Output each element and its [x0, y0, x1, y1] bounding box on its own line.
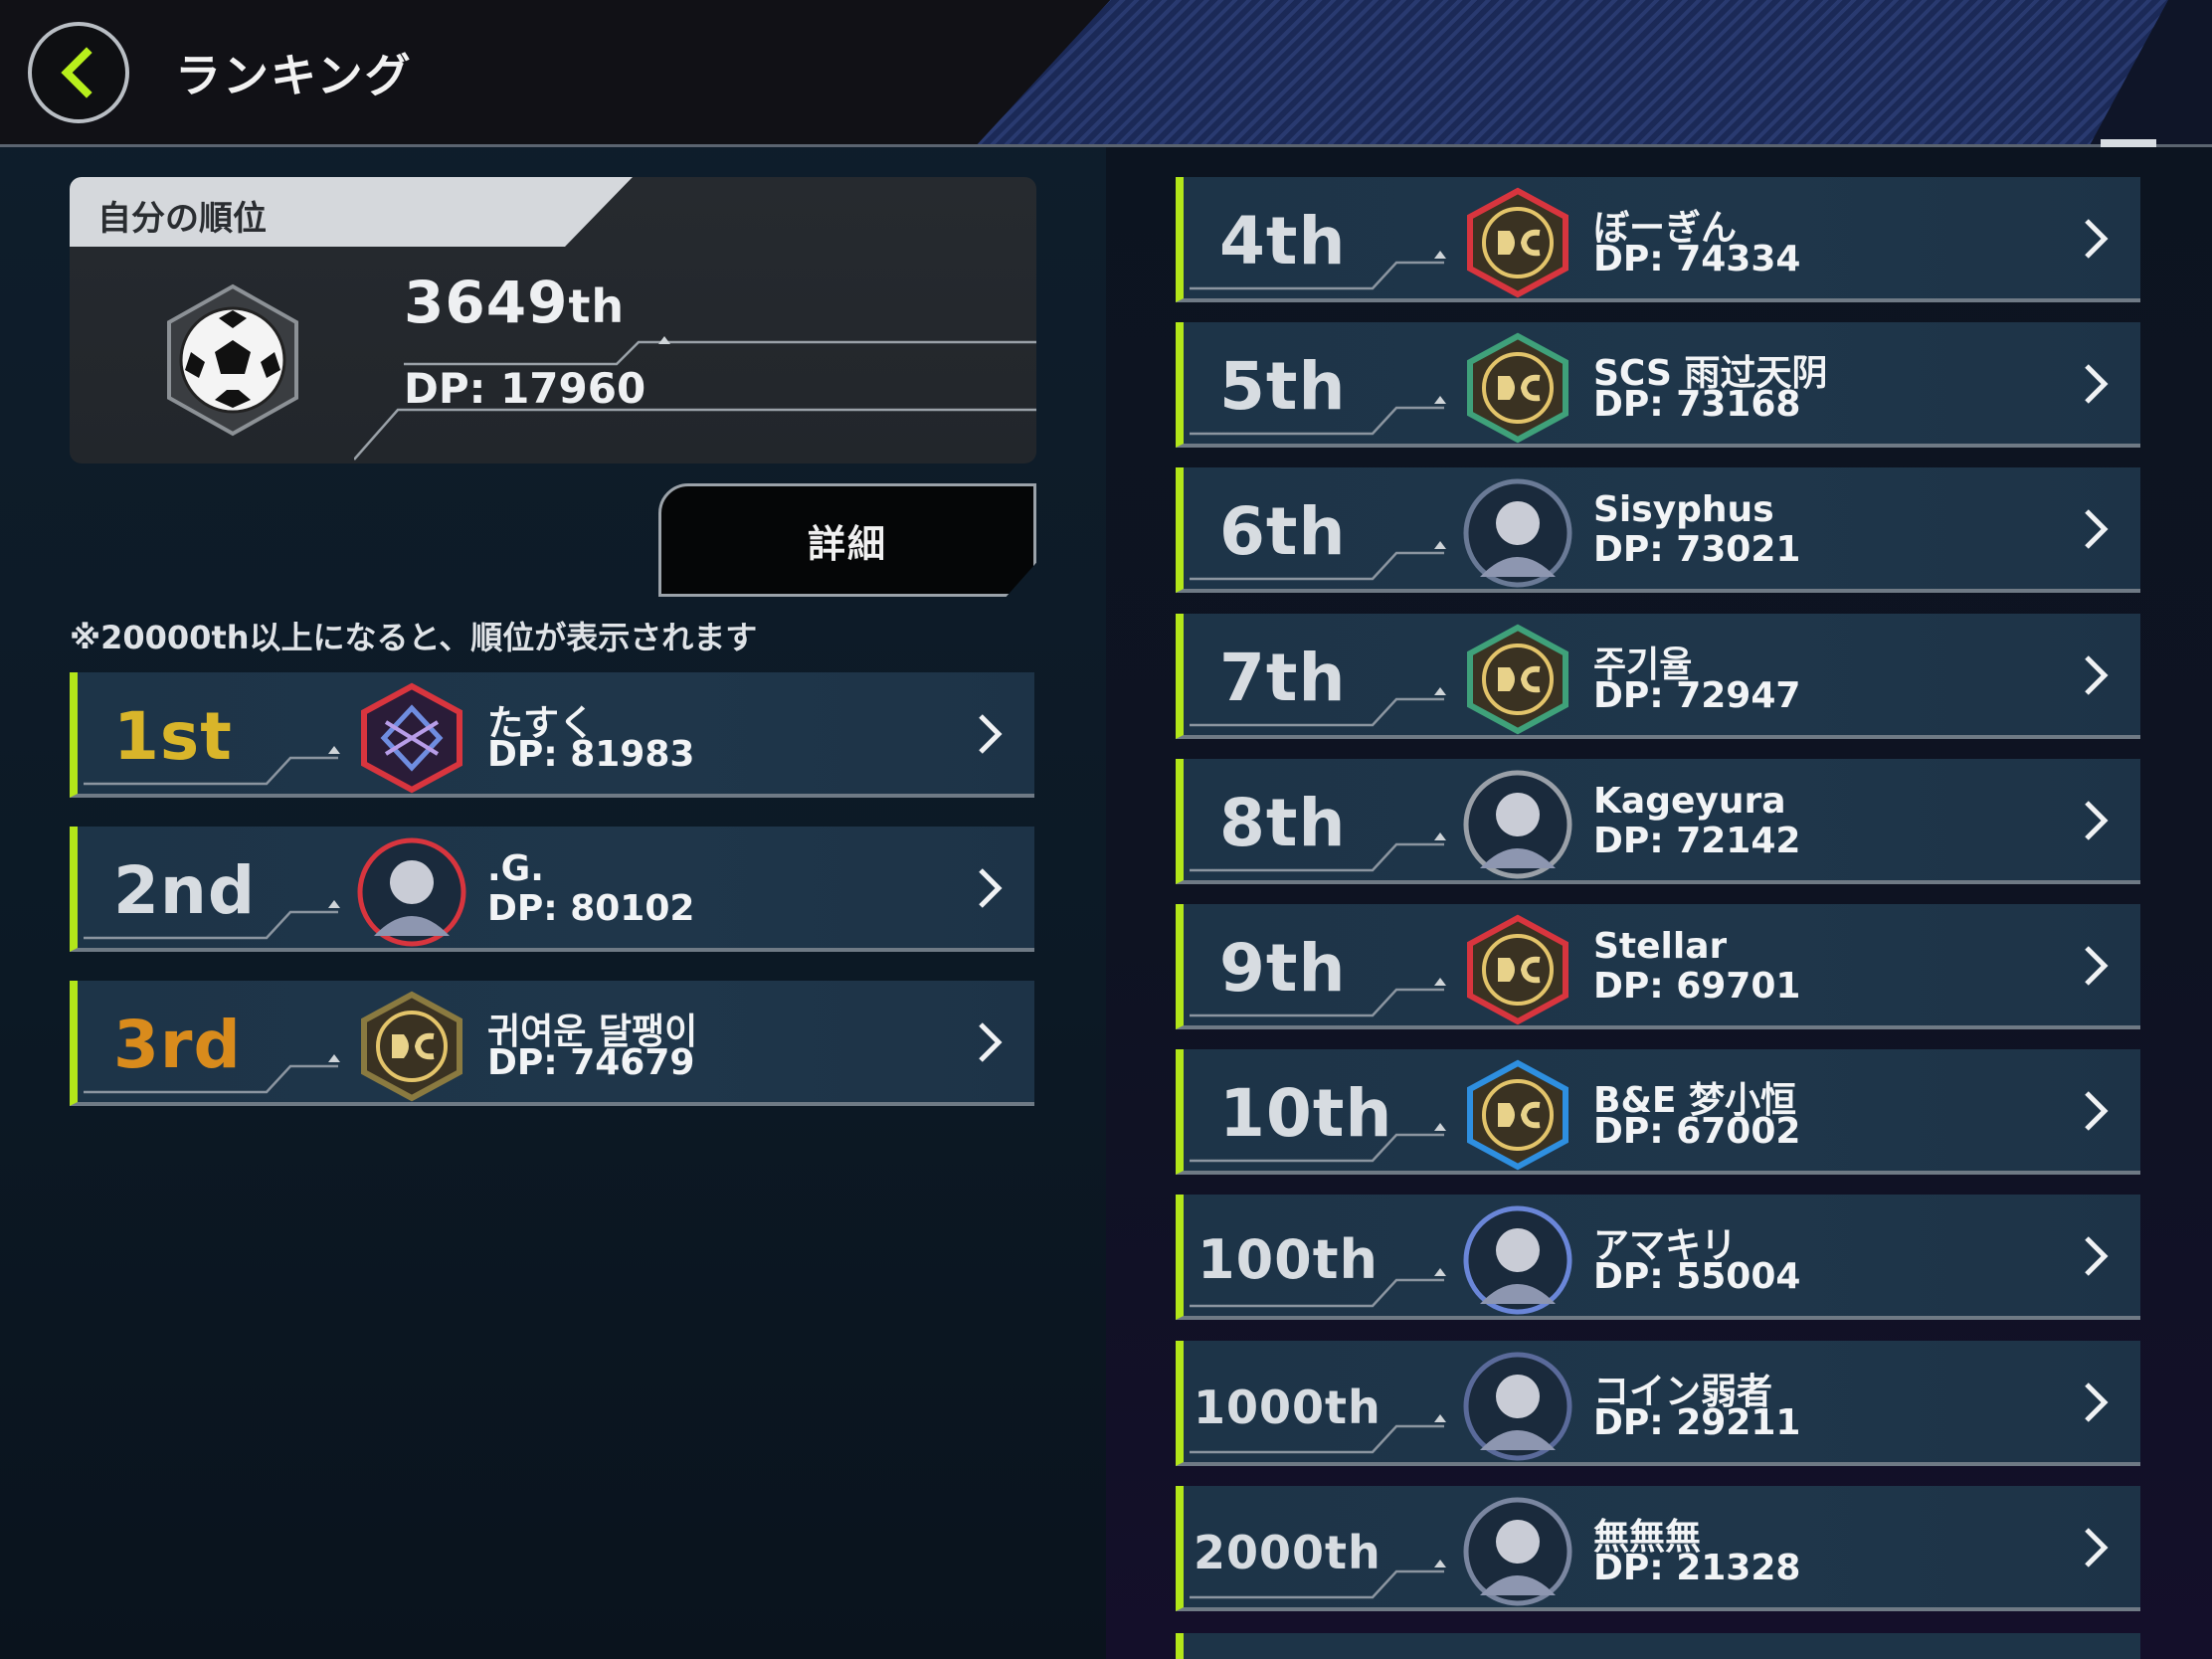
player-dp: DP: 55004 [1593, 1256, 1801, 1298]
list-item-partial [1176, 1633, 2140, 1659]
rank-divider [1190, 541, 1446, 581]
back-button[interactable] [28, 22, 129, 123]
player-name: Stellar [1593, 926, 1728, 967]
rank-divider [1190, 831, 1446, 872]
header-decoration [975, 0, 2212, 144]
my-rank-number: 3649 [404, 269, 569, 336]
ranking-row[interactable]: 4th ぼーぎん DP: 74334 [1176, 177, 2140, 302]
ranking-row[interactable]: 10th B&E 梦小恒 DP: 67002 [1176, 1049, 2140, 1176]
dc-badge-icon [1467, 332, 1568, 444]
chevron-right-icon [2085, 1528, 2109, 1567]
player-dp: DP: 74334 [1593, 239, 1801, 279]
ranking-row[interactable]: 2nd .G. DP: 80102 [70, 827, 1034, 952]
player-dp: DP: 72142 [1593, 820, 1801, 861]
player-dp: DP: 67002 [1593, 1111, 1801, 1153]
dc-badge-icon [1467, 1059, 1568, 1171]
character-icon [357, 837, 466, 947]
rank-divider [1190, 1268, 1446, 1308]
my-rank-card: 自分の順位 3649th DP: 17960 [70, 177, 1036, 463]
chevron-right-icon [2085, 1236, 2109, 1277]
chevron-left-icon [61, 47, 92, 98]
dc-badge-icon [1467, 914, 1568, 1025]
dc-badge-icon [1467, 187, 1568, 298]
rank-divider [1190, 251, 1446, 290]
ranking-row[interactable]: 1st たすく DP: 81983 [70, 672, 1034, 798]
ranking-row[interactable]: 100th アマキリ DP: 55004 [1176, 1195, 2140, 1321]
ranking-row[interactable]: 3rd 귀여운 달팽이 DP: 74679 [70, 981, 1034, 1106]
rank-divider [1190, 686, 1446, 726]
rank-divider [1190, 1559, 1446, 1599]
chevron-right-icon [2085, 1382, 2109, 1422]
chevron-right-icon [2085, 1091, 2109, 1131]
dc-badge-icon [361, 991, 462, 1102]
chevron-right-icon [2085, 364, 2109, 404]
my-rank-value: 3649th [404, 269, 625, 336]
chevron-right-icon [2085, 946, 2109, 986]
player-dp: DP: 72947 [1593, 674, 1801, 716]
ranking-row[interactable]: 2000th 無無無 DP: 21328 [1176, 1485, 2140, 1611]
rank-divider [84, 900, 340, 940]
player-name: Sisyphus [1593, 489, 1774, 531]
rank-divider [1190, 978, 1446, 1017]
chevron-right-icon [979, 868, 1003, 908]
rank-divider [1190, 396, 1446, 436]
ranking-note: ※20000th以上になると、順位が表示されます [70, 619, 758, 656]
chevron-right-icon [2085, 801, 2109, 840]
rank-divider [1190, 1123, 1446, 1163]
player-dp: DP: 80102 [487, 888, 695, 929]
ranking-row[interactable]: 7th 주기율 DP: 72947 [1176, 613, 2140, 739]
character-icon [1463, 478, 1572, 588]
character-icon [1463, 1497, 1572, 1606]
player-dp: DP: 73021 [1593, 529, 1801, 571]
character-icon [1463, 1352, 1572, 1461]
player-dp: DP: 73168 [1593, 384, 1801, 426]
player-dp: DP: 69701 [1593, 966, 1801, 1007]
rank-divider [84, 746, 340, 786]
detail-button-label: 詳細 [807, 521, 887, 566]
my-rank-tab-label: 自分の順位 [97, 199, 267, 239]
rank-divider [84, 1054, 340, 1094]
header-indicator [2101, 139, 2156, 147]
ranking-row[interactable]: 8th Kageyura DP: 72142 [1176, 758, 2140, 884]
chevron-right-icon [2085, 509, 2109, 550]
my-rank-suffix: th [568, 279, 626, 333]
character-icon [1463, 770, 1572, 879]
character-icon [1463, 1205, 1572, 1315]
dp-divider [354, 408, 1036, 461]
page-title: ランキング [175, 49, 413, 102]
rank-divider [404, 336, 1036, 366]
chevron-right-icon [2085, 219, 2109, 259]
header-bar: ランキング [0, 0, 2212, 147]
ranking-row[interactable]: 9th Stellar DP: 69701 [1176, 904, 2140, 1029]
dc-badge-icon [1467, 624, 1568, 735]
ranking-row[interactable]: 6th Sisyphus DP: 73021 [1176, 467, 2140, 594]
chevron-right-icon [979, 1022, 1003, 1062]
player-dp: DP: 81983 [487, 734, 695, 775]
chevron-right-icon [2085, 654, 2109, 695]
player-name: Kageyura [1593, 780, 1786, 822]
player-dp: DP: 29211 [1593, 1401, 1801, 1443]
chevron-right-icon [979, 714, 1003, 754]
player-dp: DP: 74679 [487, 1042, 695, 1083]
ranking-row[interactable]: 1000th コイン弱者 DP: 29211 [1176, 1340, 2140, 1466]
soccer-ball-icon [167, 283, 298, 437]
player-name: .G. [487, 848, 544, 889]
detail-button[interactable]: 詳細 [658, 483, 1036, 597]
rank-divider [1190, 1413, 1446, 1453]
ranking-row[interactable]: 5th SCS 雨过天阴 DP: 73168 [1176, 322, 2140, 449]
emblem-icon [361, 682, 462, 794]
player-dp: DP: 21328 [1593, 1547, 1801, 1588]
